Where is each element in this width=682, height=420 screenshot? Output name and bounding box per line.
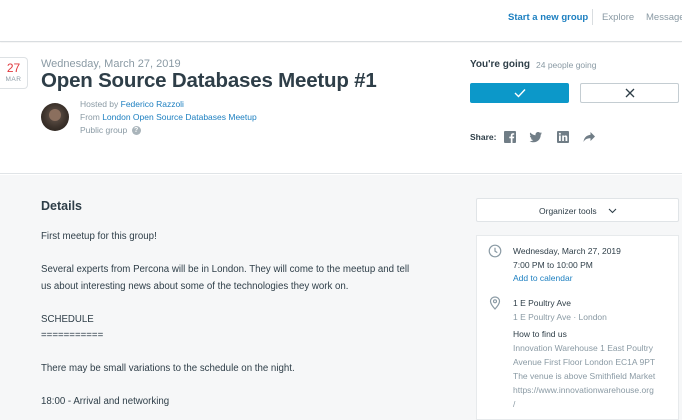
event-description: First meetup for this group! Several exp… [41,229,421,420]
rsvp-status: You're going [470,59,530,70]
date-badge-month: MAR [5,76,22,83]
linkedin-icon[interactable] [556,130,570,144]
rsvp-no-button[interactable] [580,83,679,103]
host-name-link[interactable]: Federico Razzoli [121,99,184,109]
how-to-find-text: Innovation Warehouse 1 East Poultry [513,343,654,353]
share-label: Share: [470,132,497,142]
how-to-find-label: How to find us [513,329,567,339]
rsvp-count[interactable]: 24 people going [536,60,597,70]
top-navigation: Start a new group Explore Message [0,0,682,42]
how-to-find-text: https://www.innovationwarehouse.org [513,385,654,395]
description-paragraph: Several experts from Percona will be in … [41,264,410,292]
organizer-tools-label: Organizer tools [539,206,597,216]
date-badge-day: 27 [6,61,21,75]
check-icon [514,89,526,98]
when-date: Wednesday, March 27, 2019 [513,246,621,256]
group-name-link[interactable]: London Open Source Databases Meetup [102,112,257,122]
add-to-calendar-link[interactable]: Add to calendar [513,273,573,283]
nav-divider [592,9,593,25]
event-info-card: Wednesday, March 27, 2019 7:00 PM to 10:… [476,235,679,420]
chevron-down-icon [608,208,617,214]
clock-icon [488,244,502,258]
when-time: 7:00 PM to 10:00 PM [513,260,593,270]
organizer-tools-dropdown[interactable]: Organizer tools [476,198,679,222]
event-body: Details First meetup for this group! Sev… [0,175,682,420]
twitter-icon[interactable] [529,130,543,144]
how-to-find-text: The venue is above Smithfield Market [513,371,656,381]
host-avatar[interactable] [41,103,69,131]
description-paragraph: SCHEDULE [41,313,94,325]
description-paragraph: 18:00 - Arrival and networking [41,396,170,407]
group-type: Public group [80,125,128,135]
details-heading: Details [41,199,82,213]
facebook-icon[interactable] [503,130,517,144]
description-paragraph: There may be small variations to the sch… [41,363,295,374]
venue-address: 1 E Poultry Ave · London [513,312,607,322]
rsvp-yes-button[interactable] [470,83,569,103]
how-to-find-text: Avenue First Floor London EC1A 9PT [513,357,656,367]
event-title: Open Source Databases Meetup #1 [41,69,377,92]
date-badge: 27 MAR [0,57,28,89]
venue-name[interactable]: 1 E Poultry Ave [513,298,571,308]
group-line: From London Open Source Databases Meetup [80,112,257,122]
help-icon[interactable]: ? [131,126,141,136]
description-paragraph: First meetup for this group! [41,231,157,242]
start-new-group-link[interactable]: Start a new group [508,12,588,23]
location-pin-icon [489,296,501,310]
from-prefix: From [80,112,103,122]
hosted-by-line: Hosted by Federico Razzoli [80,99,184,109]
hosted-by-prefix: Hosted by [80,99,121,109]
explore-link[interactable]: Explore [602,12,634,23]
how-to-find-text: / [513,399,516,409]
messages-link[interactable]: Message [646,12,682,23]
close-icon [625,88,634,98]
event-header: 27 MAR Wednesday, March 27, 2019 Open So… [0,43,682,174]
share-arrow-icon[interactable] [582,130,596,144]
group-type-line: Public group ? [80,125,141,136]
description-paragraph: =========== [41,330,104,341]
